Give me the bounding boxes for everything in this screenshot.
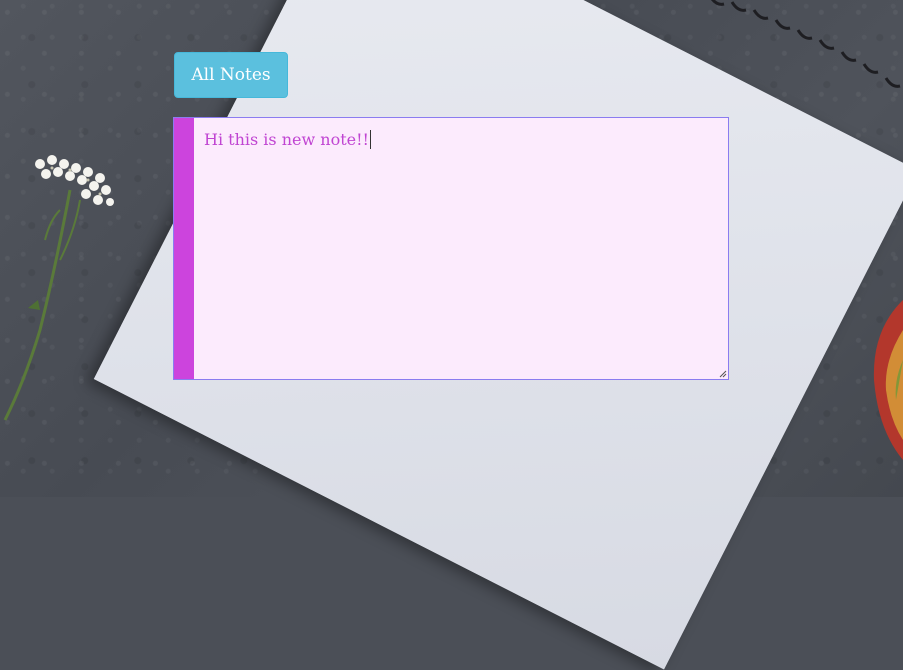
note-editor[interactable]: Hi this is new note!! — [173, 117, 729, 380]
all-notes-button[interactable]: All Notes — [174, 52, 288, 98]
decorative-leaf-image — [873, 300, 903, 460]
decorative-flower-image — [3, 155, 114, 421]
note-color-stripe — [174, 118, 194, 379]
note-text: Hi this is new note!! — [204, 130, 369, 149]
text-caret — [369, 130, 371, 149]
resize-grip-icon[interactable] — [717, 368, 727, 378]
notebook-spiral-image — [710, 0, 901, 88]
note-textarea[interactable]: Hi this is new note!! — [194, 118, 728, 379]
